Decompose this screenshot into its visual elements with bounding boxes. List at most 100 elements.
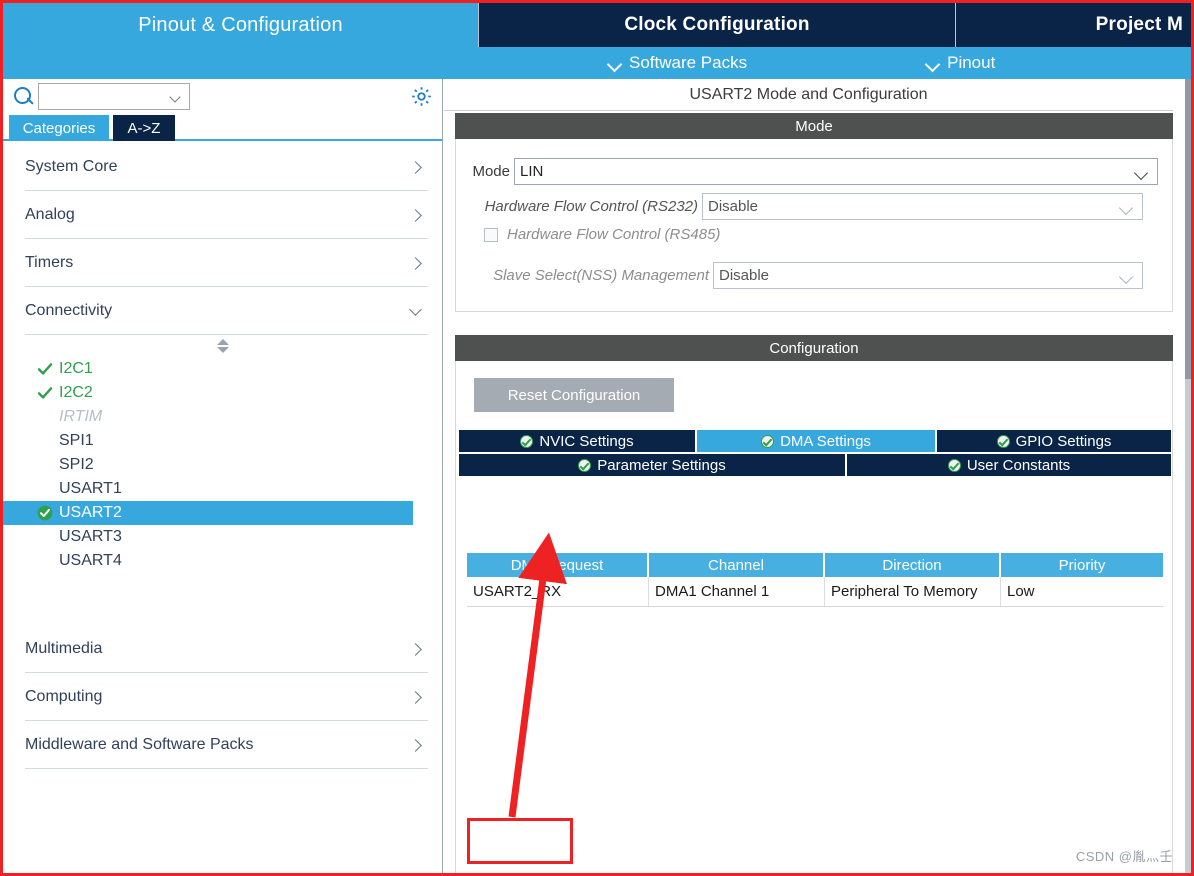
peripheral-label: USART3 <box>59 528 122 545</box>
tab-gpio-settings-label: GPIO Settings <box>1015 432 1112 450</box>
chevron-down-icon <box>1136 168 1148 176</box>
check-circle-icon <box>520 434 534 448</box>
tab-user-constants-label: User Constants <box>966 456 1071 474</box>
tab-dma-settings[interactable]: DMA Settings <box>696 429 936 453</box>
peripheral-label: USART1 <box>59 480 122 497</box>
chevron-right-icon <box>410 644 420 654</box>
cell-dma-request: USART2_RX <box>467 577 649 606</box>
tab-clock-configuration[interactable]: Clock Configuration <box>478 3 955 47</box>
table-row[interactable]: USART2_RX DMA1 Channel 1 Peripheral To M… <box>467 577 1163 607</box>
menu-software-packs-label: Software Packs <box>629 53 748 72</box>
chevron-down-icon <box>410 306 420 316</box>
peripheral-item-spi2[interactable]: SPI2 <box>3 453 442 477</box>
mode-select-value: LIN <box>520 162 544 180</box>
hw-flow-rs485-checkbox[interactable] <box>484 227 498 242</box>
sidebar-category-system-core[interactable]: System Core <box>25 143 428 191</box>
mode-section-header: Mode <box>455 113 1173 139</box>
reset-configuration-button[interactable]: Reset Configuration <box>474 378 674 412</box>
tab-a-to-z[interactable]: A->Z <box>113 115 175 141</box>
menu-software-packs[interactable]: Software Packs <box>609 53 747 73</box>
table-header-row: DMA Request Channel Direction Priority <box>467 553 1163 577</box>
tab-categories[interactable]: Categories <box>9 115 109 141</box>
page-title-label: USART2 Mode and Configuration <box>689 85 928 103</box>
sidebar-category-label: Analog <box>25 205 75 223</box>
tab-nvic-settings[interactable]: NVIC Settings <box>458 429 696 453</box>
sidebar-category-label: System Core <box>25 157 118 175</box>
peripheral-item-usart1[interactable]: USART1 <box>3 477 442 501</box>
column-header-direction[interactable]: Direction <box>825 553 1001 577</box>
sidebar-mini-tabs: Categories A->Z <box>3 115 442 141</box>
tab-clock-configuration-label: Clock Configuration <box>624 14 810 35</box>
dma-request-table: DMA Request Channel Direction Priority U… <box>467 553 1163 607</box>
tab-project-manager-label: Project M <box>1095 14 1183 35</box>
nss-management-select[interactable]: Disable <box>713 261 1143 289</box>
column-header-channel[interactable]: Channel <box>649 553 825 577</box>
chevron-down-icon[interactable] <box>171 93 182 100</box>
configuration-section-header: Configuration <box>455 335 1173 361</box>
tab-a-to-z-label: A->Z <box>127 119 161 137</box>
mode-section-body: Mode LIN Hardware Flow Control (RS232) D… <box>455 139 1173 312</box>
tab-parameter-settings[interactable]: Parameter Settings <box>458 453 846 477</box>
tab-categories-label: Categories <box>22 119 96 137</box>
chevron-right-icon <box>410 740 420 750</box>
nss-management-value: Disable <box>719 266 770 284</box>
tab-pinout-configuration-label: Pinout & Configuration <box>138 13 343 36</box>
peripheral-label: USART2 <box>59 504 122 521</box>
sidebar-category-middleware[interactable]: Middleware and Software Packs <box>25 721 428 769</box>
check-icon <box>37 361 53 377</box>
column-header-dma-request[interactable]: DMA Request <box>467 553 649 577</box>
sidebar-category-connectivity[interactable]: Connectivity <box>25 287 428 335</box>
peripheral-item-usart2[interactable]: USART2 <box>3 501 413 525</box>
tab-pinout-configuration[interactable]: Pinout & Configuration <box>3 3 478 47</box>
gear-icon[interactable] <box>410 85 433 108</box>
sidebar-category-multimedia[interactable]: Multimedia <box>25 625 428 673</box>
sidebar-search-row <box>3 79 442 115</box>
tab-user-constants[interactable]: User Constants <box>846 453 1172 477</box>
page-title: USART2 Mode and Configuration <box>444 79 1173 111</box>
chevron-down-icon <box>1121 203 1133 211</box>
check-circle-icon <box>37 505 53 521</box>
check-circle-icon <box>761 434 775 448</box>
sidebar-category-timers[interactable]: Timers <box>25 239 428 287</box>
mode-select[interactable]: LIN <box>514 157 1158 185</box>
search-input[interactable] <box>39 84 164 109</box>
sidebar-category-label: Computing <box>25 687 103 705</box>
peripheral-item-i2c2[interactable]: I2C2 <box>3 381 442 405</box>
hw-flow-rs232-select[interactable]: Disable <box>702 192 1143 220</box>
sidebar-category-analog[interactable]: Analog <box>25 191 428 239</box>
configuration-section-body: Reset Configuration NVIC Settings DMA Se… <box>455 361 1173 873</box>
configuration-section-header-label: Configuration <box>769 339 859 357</box>
peripheral-item-spi1[interactable]: SPI1 <box>3 429 442 453</box>
tab-dma-settings-label: DMA Settings <box>780 432 871 450</box>
tree-splitter-handle[interactable] <box>3 335 442 357</box>
tab-gpio-settings[interactable]: GPIO Settings <box>936 429 1172 453</box>
peripheral-label: SPI2 <box>59 456 94 473</box>
peripheral-label: I2C2 <box>59 384 93 401</box>
peripheral-item-usart4[interactable]: USART4 <box>3 549 442 573</box>
peripheral-label: SPI1 <box>59 432 94 449</box>
sidebar-panel: Categories A->Z System Core Analog Timer… <box>3 79 443 873</box>
column-header-priority[interactable]: Priority <box>1001 553 1163 577</box>
peripheral-item-usart3[interactable]: USART3 <box>3 525 442 549</box>
vertical-scrollbar[interactable] <box>1185 79 1191 873</box>
sidebar-category-computing[interactable]: Computing <box>25 673 428 721</box>
sidebar-category-label: Multimedia <box>25 639 103 657</box>
check-circle-icon <box>947 458 961 472</box>
search-combo[interactable] <box>38 83 190 110</box>
sub-toolbar: Software Packs Pinout <box>478 47 1191 79</box>
check-circle-icon <box>578 458 592 472</box>
hw-flow-rs485-row[interactable]: Hardware Flow Control (RS485) <box>484 226 720 243</box>
vertical-scrollbar-thumb[interactable] <box>1185 79 1191 379</box>
menu-pinout[interactable]: Pinout <box>927 53 995 73</box>
mode-label: Mode <box>472 162 510 180</box>
peripheral-label: USART4 <box>59 552 122 569</box>
chevron-right-icon <box>410 692 420 702</box>
tab-project-manager[interactable]: Project M <box>955 3 1191 47</box>
peripheral-item-i2c1[interactable]: I2C1 <box>3 357 442 381</box>
check-circle-icon <box>996 434 1010 448</box>
chevron-down-icon <box>927 59 940 67</box>
sidebar-category-label: Connectivity <box>25 301 113 319</box>
sidebar-tree: System Core Analog Timers Connectivity I… <box>3 143 442 873</box>
cell-priority: Low <box>1007 583 1035 600</box>
